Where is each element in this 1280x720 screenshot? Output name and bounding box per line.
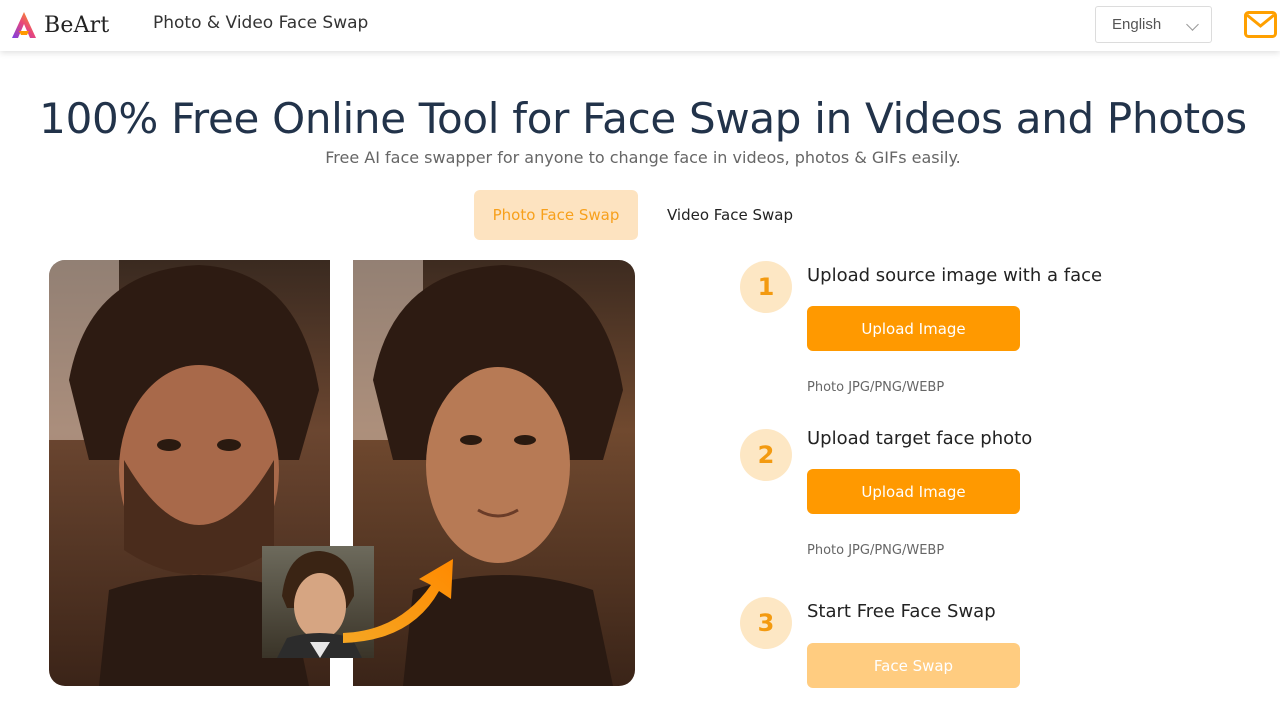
- mail-icon[interactable]: [1244, 11, 1277, 38]
- beart-logo-icon: [12, 12, 36, 38]
- step-2-format-hint: Photo JPG/PNG/WEBP: [807, 543, 945, 558]
- face-swap-example-image: [49, 260, 635, 686]
- step-3-title: Start Free Face Swap: [807, 601, 996, 622]
- step-1-title: Upload source image with a face: [807, 265, 1103, 286]
- tab-video-face-swap[interactable]: Video Face Swap: [652, 190, 808, 240]
- upload-source-image-button[interactable]: Upload Image: [807, 306, 1020, 351]
- step-1-number: 1: [740, 261, 792, 313]
- top-header: BeArt Photo & Video Face Swap English: [0, 0, 1280, 51]
- step-1-format-hint: Photo JPG/PNG/WEBP: [807, 380, 945, 395]
- step-2-number: 2: [740, 429, 792, 481]
- language-value: English: [1112, 16, 1162, 33]
- page-subtitle: Free AI face swapper for anyone to chang…: [325, 148, 961, 167]
- face-swap-button[interactable]: Face Swap: [807, 643, 1020, 688]
- chevron-down-icon: [1186, 18, 1199, 31]
- upload-target-face-button[interactable]: Upload Image: [807, 469, 1020, 514]
- brand-logo[interactable]: BeArt: [8, 8, 109, 42]
- step-3-number: 3: [740, 597, 792, 649]
- curved-arrow-icon: [343, 559, 453, 643]
- tab-photo-face-swap[interactable]: Photo Face Swap: [474, 190, 638, 240]
- brand-name: BeArt: [44, 12, 110, 38]
- page-title: 100% Free Online Tool for Face Swap in V…: [39, 94, 1247, 143]
- language-select[interactable]: English: [1095, 6, 1212, 43]
- nav-photo-video-face-swap[interactable]: Photo & Video Face Swap: [153, 13, 368, 33]
- step-2-title: Upload target face photo: [807, 428, 1033, 449]
